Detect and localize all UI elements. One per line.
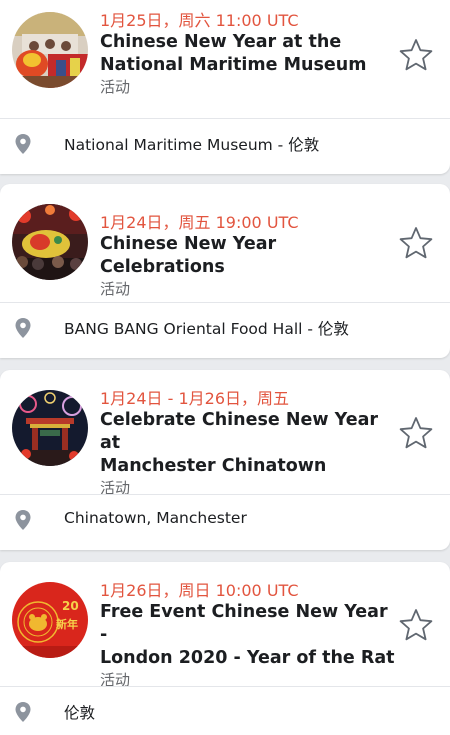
event-thumbnail[interactable] [12, 12, 88, 88]
event-list: 1月25日，周六 11:00 UTC Chinese New Year at t… [0, 0, 450, 735]
event-date: 1月24日 - 1月26日，周五 [100, 389, 290, 408]
map-pin-icon [15, 134, 31, 154]
event-date: 1月24日，周五 19:00 UTC [100, 213, 299, 232]
event-card[interactable]: 20 新年 1月26日，周日 10:00 UTC Free Event Chin… [0, 562, 450, 735]
event-card[interactable]: 1月24日，周五 19:00 UTC Chinese New Year Cele… [0, 184, 450, 358]
event-title-line: Chinese New Year at the [100, 32, 342, 52]
star-outline-icon [399, 417, 433, 449]
event-location: National Maritime Museum - 伦敦 [64, 136, 320, 154]
event-location: Chinatown, Manchester [64, 509, 247, 527]
interested-star-button[interactable] [397, 606, 435, 644]
interested-star-button[interactable] [397, 224, 435, 262]
event-title-line: National Maritime Museum [100, 55, 367, 75]
year-of-rat-poster-icon: 20 新年 [12, 582, 88, 658]
star-outline-icon [399, 609, 433, 641]
star-outline-icon [399, 227, 433, 259]
event-thumbnail[interactable]: 20 新年 [12, 582, 88, 658]
event-location: BANG BANG Oriental Food Hall - 伦敦 [64, 320, 349, 338]
event-title[interactable]: Free Event Chinese New Year - London 202… [100, 601, 400, 670]
event-title-line: Manchester Chinatown [100, 456, 327, 476]
event-location-row[interactable]: 伦敦 [0, 687, 450, 735]
lion-dance-photo-icon [12, 12, 88, 88]
event-type: 活动 [100, 78, 131, 96]
poster-text: 新年 [56, 617, 78, 631]
event-title[interactable]: Chinese New Year Celebrations [100, 233, 400, 279]
event-location: 伦敦 [64, 704, 96, 722]
event-date: 1月26日，周日 10:00 UTC [100, 581, 299, 600]
event-location-row[interactable]: BANG BANG Oriental Food Hall - 伦敦 [0, 303, 450, 355]
event-type: 活动 [100, 280, 131, 298]
event-title-line: Celebrate Chinese New Year at [100, 410, 379, 453]
event-thumbnail[interactable] [12, 390, 88, 466]
event-title-line: London 2020 - Year of the Rat [100, 648, 395, 668]
event-info[interactable]: 1月25日，周六 11:00 UTC Chinese New Year at t… [100, 10, 400, 97]
event-info[interactable]: 1月24日，周五 19:00 UTC Chinese New Year Cele… [100, 212, 400, 299]
svg-text:20: 20 [62, 599, 79, 613]
event-title-line: Free Event Chinese New Year - [100, 602, 388, 645]
event-card[interactable]: 1月25日，周六 11:00 UTC Chinese New Year at t… [0, 0, 450, 174]
event-title[interactable]: Celebrate Chinese New Year at Manchester… [100, 409, 400, 478]
event-card[interactable]: 1月24日 - 1月26日，周五 Celebrate Chinese New Y… [0, 370, 450, 550]
event-thumbnail[interactable] [12, 204, 88, 280]
event-info[interactable]: 1月24日 - 1月26日，周五 Celebrate Chinese New Y… [100, 388, 400, 498]
map-pin-icon [15, 702, 31, 722]
map-pin-icon [15, 318, 31, 338]
map-pin-icon [15, 510, 31, 530]
dragon-crowd-photo-icon [12, 204, 88, 280]
interested-star-button[interactable] [397, 414, 435, 452]
event-location-row[interactable]: National Maritime Museum - 伦敦 [0, 119, 450, 171]
event-location-row[interactable]: Chinatown, Manchester [0, 495, 450, 547]
chinatown-arch-fireworks-photo-icon [12, 390, 88, 466]
star-outline-icon [399, 39, 433, 71]
event-info[interactable]: 1月26日，周日 10:00 UTC Free Event Chinese Ne… [100, 580, 400, 690]
event-date: 1月25日，周六 11:00 UTC [100, 11, 299, 30]
event-title-line: Chinese New Year Celebrations [100, 234, 277, 277]
interested-star-button[interactable] [397, 36, 435, 74]
event-title[interactable]: Chinese New Year at the National Maritim… [100, 31, 400, 77]
